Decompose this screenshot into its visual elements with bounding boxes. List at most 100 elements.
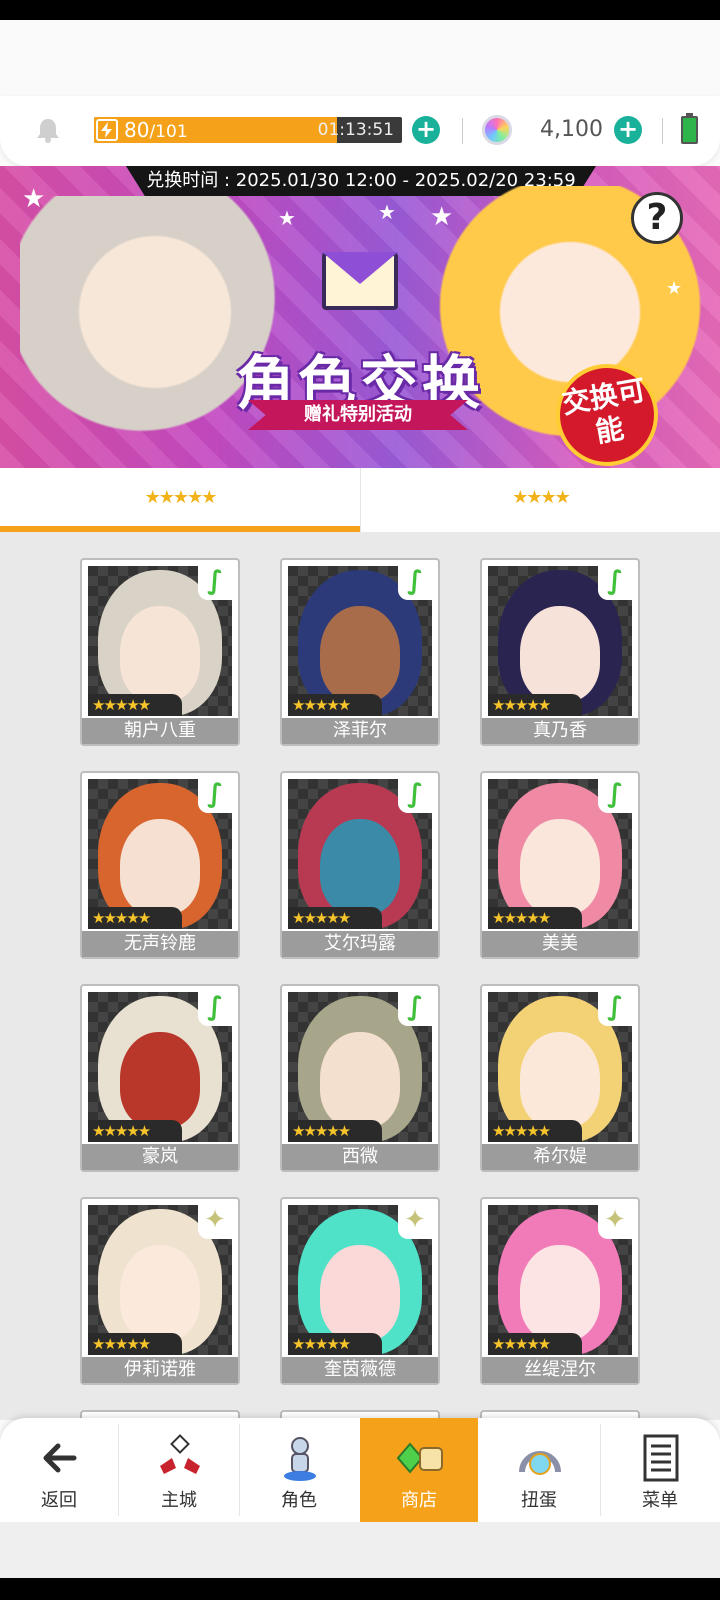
nav-gacha[interactable]: 扭蛋 <box>480 1418 598 1522</box>
resource-bar: 80/101 01:13:51 + 4,100 + <box>0 96 720 166</box>
nav-label: 商店 <box>401 1490 437 1511</box>
star-rating: ★★★★★ <box>488 1333 582 1355</box>
character-portrait: ✦ ★★★★★ <box>288 1205 432 1355</box>
character-name: 朝户八重 <box>82 718 238 744</box>
portrait-face <box>520 606 600 702</box>
nav-label: 返回 <box>41 1490 77 1511</box>
character-name: 奎茵薇德 <box>282 1357 438 1383</box>
wind-element-icon: ∫ <box>198 566 232 600</box>
character-card[interactable]: ∫ ★★★★★ 希尔媞 <box>480 984 640 1172</box>
add-stamina-button[interactable]: + <box>412 116 440 144</box>
menu-list-icon <box>643 1434 679 1482</box>
town-icon <box>160 1434 200 1474</box>
character-portrait: ∫ ★★★★★ <box>488 779 632 929</box>
system-nav-bar <box>0 1578 720 1600</box>
tab-four-star[interactable]: ★★★★ <box>360 468 720 532</box>
wind-element-icon: ∫ <box>598 566 632 600</box>
character-name: 泽菲尔 <box>282 718 438 744</box>
character-card[interactable]: ∫ ★★★★★ 真乃香 <box>480 558 640 746</box>
character-portrait: ∫ ★★★★★ <box>88 566 232 716</box>
tab-five-star[interactable]: ★★★★★ <box>0 468 360 532</box>
character-card[interactable]: ∫ ★★★★★ 无声铃鹿 <box>80 771 240 959</box>
character-card[interactable]: ✦ ★★★★★ 丝缇涅尔 <box>480 1197 640 1385</box>
nav-character[interactable]: 角色 <box>240 1418 358 1522</box>
character-name: 无声铃鹿 <box>82 931 238 957</box>
wind-element-icon: ∫ <box>198 992 232 1026</box>
character-card[interactable]: ✦ ★★★★★ 奎茵薇德 <box>280 1197 440 1385</box>
gacha-icon <box>519 1451 561 1475</box>
nav-menu[interactable]: 菜单 <box>601 1418 719 1522</box>
star-decoration-icon: ★ <box>666 278 683 299</box>
character-name: 伊莉诺雅 <box>82 1357 238 1383</box>
character-name: 丝缇涅尔 <box>482 1357 638 1383</box>
character-portrait: ∫ ★★★★★ <box>288 992 432 1142</box>
nav-town[interactable]: 主城 <box>120 1418 238 1522</box>
nav-label: 扭蛋 <box>521 1490 557 1511</box>
star-rating: ★★★★★ <box>288 907 382 929</box>
star-rating: ★★★★★ <box>88 1333 182 1355</box>
character-name: 豪岚 <box>82 1144 238 1170</box>
nav-label: 角色 <box>281 1490 317 1511</box>
gesture-area <box>0 1522 720 1578</box>
star-rating: ★★★★★ <box>288 694 382 716</box>
wind-element-icon: ∫ <box>398 566 432 600</box>
back-arrow-icon <box>43 1443 77 1473</box>
character-portrait: ∫ ★★★★★ <box>88 779 232 929</box>
portrait-face <box>120 1032 200 1128</box>
character-card[interactable]: ∫ ★★★★★ 豪岚 <box>80 984 240 1172</box>
star-decoration-icon: ★ <box>430 202 454 232</box>
portrait-face <box>520 1245 600 1341</box>
character-portrait: ✦ ★★★★★ <box>488 1205 632 1355</box>
wind-element-icon: ∫ <box>398 779 432 813</box>
light-element-icon: ✦ <box>398 1205 432 1239</box>
divider <box>118 1424 119 1516</box>
star-rating: ★★★★★ <box>488 907 582 929</box>
star-rating: ★★★★★ <box>288 1120 382 1142</box>
character-name: 西微 <box>282 1144 438 1170</box>
light-element-icon: ✦ <box>598 1205 632 1239</box>
character-card[interactable]: ∫ ★★★★★ 艾尔玛露 <box>280 771 440 959</box>
character-portrait: ∫ ★★★★★ <box>288 779 432 929</box>
banner-character-left <box>20 196 290 468</box>
stamina-value: 80/101 <box>124 118 188 142</box>
portrait-face <box>120 606 200 702</box>
wind-element-icon: ∫ <box>598 992 632 1026</box>
character-icon <box>284 1437 316 1481</box>
character-card[interactable]: ∫ ★★★★★ 美美 <box>480 771 640 959</box>
banner-subtitle: 赠礼特别活动 <box>248 400 468 430</box>
character-name: 美美 <box>482 931 638 957</box>
star-rating: ★★★★★ <box>88 907 182 929</box>
character-card[interactable]: ∫ ★★★★★ 朝户八重 <box>80 558 240 746</box>
lightning-icon <box>96 119 118 141</box>
character-card[interactable]: ∫ ★★★★★ 西微 <box>280 984 440 1172</box>
system-status-bar <box>0 0 720 20</box>
bell-icon[interactable] <box>34 116 62 144</box>
stamina-timer: 01:13:51 <box>317 120 394 140</box>
envelope-icon <box>322 252 398 310</box>
gem-icon <box>482 115 512 145</box>
character-grid: ∫ ★★★★★ 朝户八重 ∫ ★★★★★ 泽菲尔 ∫ ★★★★★ 真乃香 ∫ ★★★★★ 无声铃鹿 ∫ ★… <box>0 532 720 1420</box>
character-portrait: ∫ ★★★★★ <box>488 566 632 716</box>
nav-label: 主城 <box>161 1490 197 1511</box>
character-card[interactable]: ✦ ★★★★★ 伊莉诺雅 <box>80 1197 240 1385</box>
portrait-face <box>320 1245 400 1341</box>
divider <box>462 118 463 144</box>
shop-icon <box>396 1442 443 1474</box>
portrait-face <box>320 606 400 702</box>
light-element-icon: ✦ <box>198 1205 232 1239</box>
portrait-face <box>120 1245 200 1341</box>
portrait-face <box>320 819 400 915</box>
nav-shop[interactable]: 商店 <box>360 1418 478 1522</box>
star-decoration-icon: ★ <box>378 200 396 224</box>
character-portrait: ✦ ★★★★★ <box>88 1205 232 1355</box>
help-button[interactable]: ? <box>631 192 683 244</box>
nav-back[interactable]: 返回 <box>0 1418 118 1522</box>
character-name: 艾尔玛露 <box>282 931 438 957</box>
star-rating: ★★★★★ <box>488 694 582 716</box>
portrait-face <box>520 819 600 915</box>
character-card[interactable]: ∫ ★★★★★ 泽菲尔 <box>280 558 440 746</box>
star-rating: ★★★★★ <box>88 1120 182 1142</box>
add-gems-button[interactable]: + <box>614 116 642 144</box>
star-decoration-icon: ★ <box>22 184 46 214</box>
event-banner: 兑换时间 : 2025.01/30 12:00 - 2025.02/20 23:… <box>0 166 720 468</box>
